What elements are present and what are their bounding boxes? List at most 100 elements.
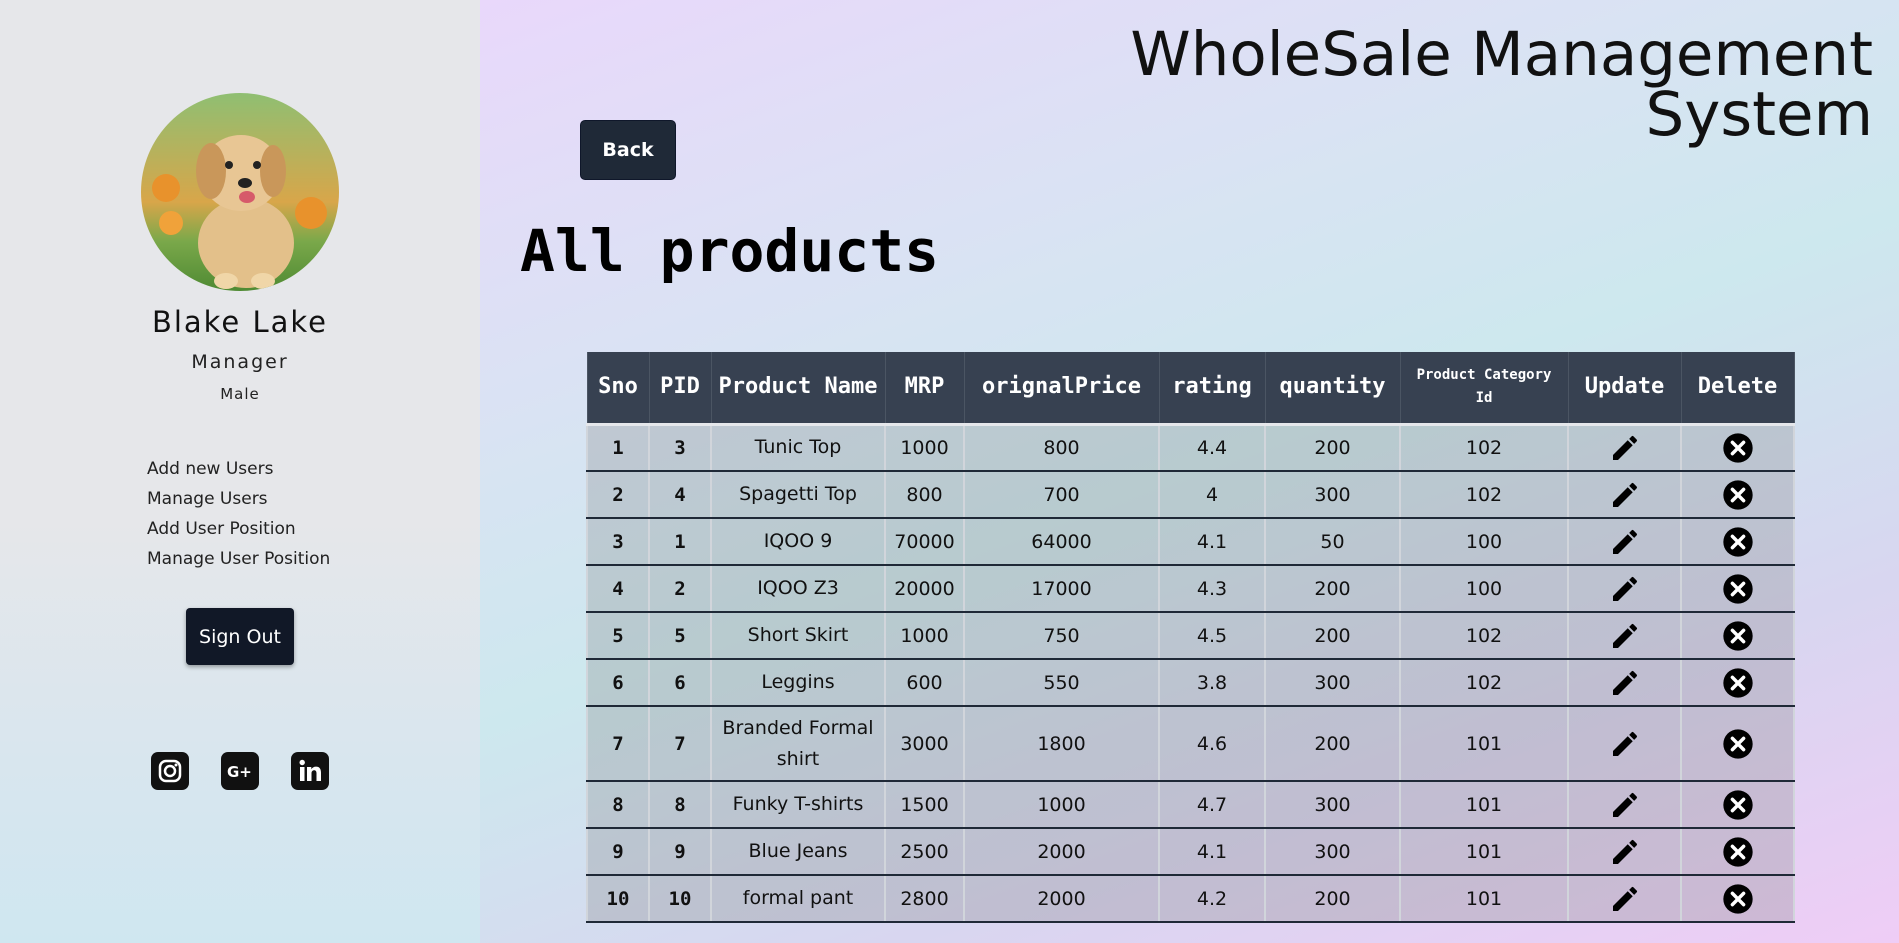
delete-x-circle-icon[interactable]: [1682, 526, 1793, 558]
cell-mrp: 2800: [884, 875, 965, 923]
header-quantity[interactable]: quantity: [1264, 352, 1401, 424]
cell-mrp: 600: [884, 659, 965, 707]
cell-category: 102: [1399, 424, 1569, 472]
cell-mrp: 800: [884, 471, 965, 519]
cell-quantity: 300: [1264, 828, 1401, 876]
cell-name: Leggins: [710, 659, 886, 707]
avatar: [141, 93, 339, 291]
cell-category: 101: [1399, 781, 1569, 829]
cell-pid: 2: [648, 565, 712, 613]
cell-original: 1000: [963, 781, 1160, 829]
cell-original: 2000: [963, 828, 1160, 876]
cell-name: Funky T-shirts: [710, 781, 886, 829]
delete-x-circle-icon[interactable]: [1682, 883, 1793, 915]
google-plus-icon[interactable]: G+: [221, 752, 259, 790]
cell-original: 17000: [963, 565, 1160, 613]
delete-x-circle-icon[interactable]: [1682, 728, 1793, 760]
header-rating[interactable]: rating: [1158, 352, 1266, 424]
delete-x-circle-icon[interactable]: [1682, 479, 1793, 511]
edit-pencil-icon[interactable]: [1569, 728, 1680, 760]
update-cell: [1567, 659, 1682, 707]
header-original-price[interactable]: orignalPrice: [963, 352, 1160, 424]
cell-rating: 4.7: [1158, 781, 1266, 829]
cell-original: 64000: [963, 518, 1160, 566]
header-sno[interactable]: Sno: [586, 352, 650, 424]
cell-pid: 10: [648, 875, 712, 923]
cell-mrp: 1500: [884, 781, 965, 829]
menu-item-add-new-users[interactable]: Add new Users: [147, 457, 330, 487]
cell-rating: 4.3: [1158, 565, 1266, 613]
user-gender: Male: [220, 385, 260, 403]
cell-category: 102: [1399, 471, 1569, 519]
cell-category: 100: [1399, 565, 1569, 613]
edit-pencil-icon[interactable]: [1569, 836, 1680, 868]
cell-category: 101: [1399, 875, 1569, 923]
delete-cell: [1680, 612, 1795, 660]
delete-x-circle-icon[interactable]: [1682, 789, 1793, 821]
update-cell: [1567, 424, 1682, 472]
cell-category: 101: [1399, 706, 1569, 782]
delete-x-circle-icon[interactable]: [1682, 432, 1793, 464]
update-cell: [1567, 875, 1682, 923]
delete-x-circle-icon[interactable]: [1682, 573, 1793, 605]
edit-pencil-icon[interactable]: [1569, 432, 1680, 464]
update-cell: [1567, 612, 1682, 660]
table-row: 8 8 Funky T-shirts 1500 1000 4.7 300 101: [586, 781, 1795, 829]
cell-sno: 5: [586, 612, 650, 660]
delete-x-circle-icon[interactable]: [1682, 620, 1793, 652]
cell-rating: 4.5: [1158, 612, 1266, 660]
edit-pencil-icon[interactable]: [1569, 573, 1680, 605]
update-cell: [1567, 565, 1682, 613]
delete-x-circle-icon[interactable]: [1682, 836, 1793, 868]
header-product-name[interactable]: Product Name: [710, 352, 886, 424]
cell-quantity: 300: [1264, 781, 1401, 829]
cell-original: 750: [963, 612, 1160, 660]
cell-name: formal pant: [710, 875, 886, 923]
cell-sno: 1: [586, 424, 650, 472]
linkedin-icon[interactable]: [291, 752, 329, 790]
user-name: Blake Lake: [151, 305, 329, 339]
cell-sno: 4: [586, 565, 650, 613]
cell-mrp: 2500: [884, 828, 965, 876]
edit-pencil-icon[interactable]: [1569, 526, 1680, 558]
edit-pencil-icon[interactable]: [1569, 479, 1680, 511]
cell-name: Blue Jeans: [710, 828, 886, 876]
header-mrp[interactable]: MRP: [884, 352, 965, 424]
cell-mrp: 1000: [884, 612, 965, 660]
user-role: Manager: [191, 351, 289, 373]
cell-sno: 10: [586, 875, 650, 923]
cell-name: IQOO 9: [710, 518, 886, 566]
edit-pencil-icon[interactable]: [1569, 789, 1680, 821]
sidebar: Blake Lake Manager Male Add new Users Ma…: [0, 0, 480, 943]
delete-cell: [1680, 706, 1795, 782]
edit-pencil-icon[interactable]: [1569, 667, 1680, 699]
table-row: 10 10 formal pant 2800 2000 4.2 200 101: [586, 875, 1795, 923]
back-button[interactable]: Back: [580, 120, 676, 180]
cell-pid: 8: [648, 781, 712, 829]
cell-quantity: 200: [1264, 706, 1401, 782]
cell-pid: 1: [648, 518, 712, 566]
instagram-icon[interactable]: [151, 752, 189, 790]
cell-mrp: 70000: [884, 518, 965, 566]
menu-item-manage-user-position[interactable]: Manage User Position: [147, 547, 330, 577]
delete-x-circle-icon[interactable]: [1682, 667, 1793, 699]
cell-original: 800: [963, 424, 1160, 472]
update-cell: [1567, 828, 1682, 876]
header-product-category-id[interactable]: Product Category Id: [1399, 352, 1569, 424]
table-header-row: Sno PID Product Name MRP orignalPrice ra…: [586, 352, 1795, 424]
cell-original: 700: [963, 471, 1160, 519]
cell-quantity: 300: [1264, 659, 1401, 707]
cell-original: 2000: [963, 875, 1160, 923]
cell-category: 102: [1399, 659, 1569, 707]
cell-name: Short Skirt: [710, 612, 886, 660]
sign-out-button[interactable]: Sign Out: [186, 608, 294, 665]
menu-item-add-user-position[interactable]: Add User Position: [147, 517, 330, 547]
cell-mrp: 3000: [884, 706, 965, 782]
header-pid[interactable]: PID: [648, 352, 712, 424]
app-title: WholeSale Management System: [1130, 19, 1873, 150]
menu-item-manage-users[interactable]: Manage Users: [147, 487, 330, 517]
edit-pencil-icon[interactable]: [1569, 883, 1680, 915]
edit-pencil-icon[interactable]: [1569, 620, 1680, 652]
update-cell: [1567, 471, 1682, 519]
cell-rating: 4.1: [1158, 518, 1266, 566]
